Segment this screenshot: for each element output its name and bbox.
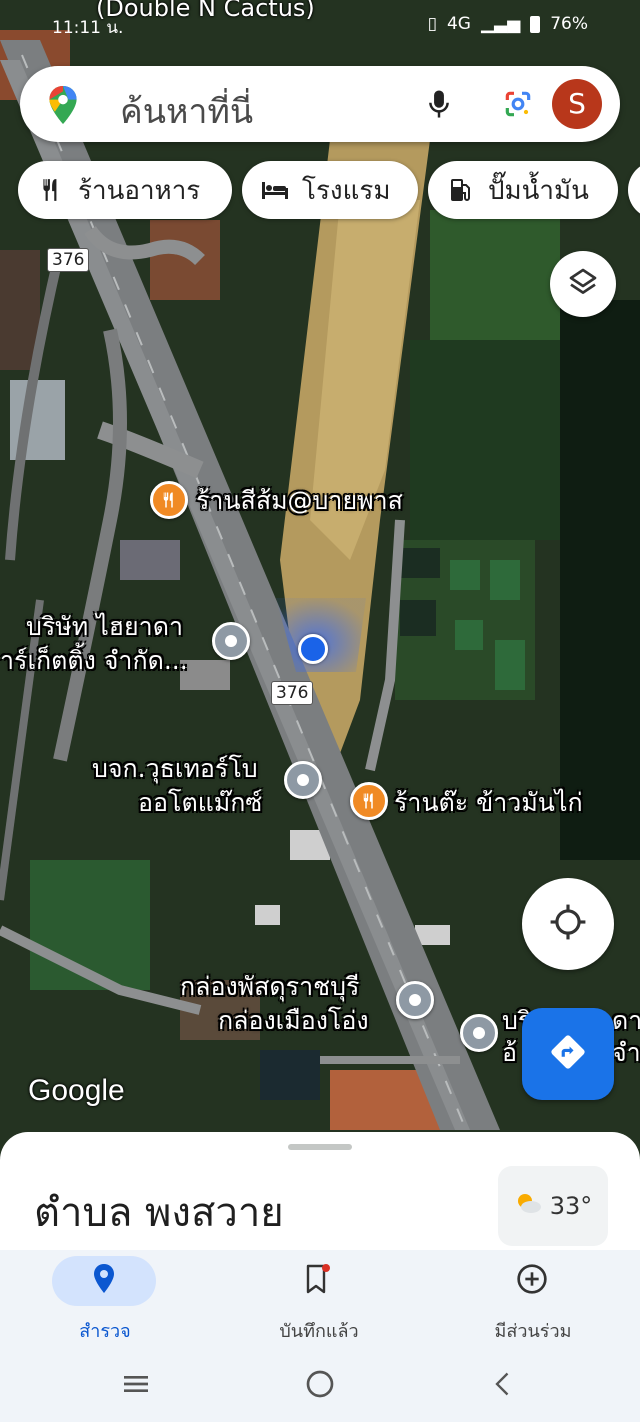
nav-saved[interactable]: บันทึกแล้ว [214,1250,414,1350]
back-icon[interactable] [490,1368,518,1404]
place-title: ตำบล พงสวาย [34,1190,284,1236]
directions-button[interactable] [522,1008,614,1100]
account-avatar[interactable]: S [552,79,602,129]
sheet-drag-handle[interactable] [288,1144,352,1150]
crosshair-icon [549,903,587,945]
chip-label: โรงแรม [302,175,391,206]
restaurant-icon [150,481,188,519]
place-marker-icon [212,622,250,660]
directions-icon [549,1033,587,1075]
location-pin-icon [92,1264,116,1298]
chip-restaurants[interactable]: ร้านอาหาร [18,161,232,219]
layers-icon [567,266,599,302]
nav-explore[interactable]: สำรวจ [0,1250,200,1350]
search-bar[interactable]: ค้นหาที่นี่ S [20,66,620,142]
home-icon[interactable] [304,1368,336,1404]
chip-label: ปั๊มน้ำมัน [488,175,589,206]
place-marker-icon [460,1014,498,1052]
status-icons: ▯ 4G ▁▃▅ 76% [428,14,588,34]
road-shield: 376 [47,248,90,272]
recents-icon[interactable] [120,1368,152,1404]
signal-icon: ▁▃▅ [480,14,521,34]
bottom-navigation: สำรวจ บันทึกแล้ว มีส่วนร่วม [0,1250,640,1350]
poi-label: บจก.วุธเทอร์โบ [92,754,258,783]
chip-gas-stations[interactable]: ปั๊มน้ำมัน [428,161,618,219]
nav-contribute[interactable]: มีส่วนร่วม [428,1250,628,1350]
network-type: 4G [446,14,471,34]
chip-more[interactable] [628,161,640,219]
nav-label: มีส่วนร่วม [494,1321,572,1342]
road-shield: 376 [271,681,314,705]
nav-label: สำรวจ [79,1321,131,1342]
battery-percent: 76% [550,14,588,34]
poi-label: กล่องเมืองโอ่ง [218,1006,369,1035]
satellite-map[interactable]: (Double N Cactus) 11:11 น. ▯ 4G ▁▃▅ 76% … [0,0,640,1160]
place-sheet[interactable]: ตำบล พงสวาย 33° [0,1132,640,1250]
my-location-dot [298,634,328,664]
fork-knife-icon [36,175,66,205]
status-bar: (Double N Cactus) 11:11 น. ▯ 4G ▁▃▅ 76% [0,0,640,56]
bed-icon [260,175,290,205]
poi-label: อ้ [502,1038,518,1067]
nav-active-indicator [52,1256,156,1306]
nav-icon-wrap [266,1256,370,1306]
battery-icon [530,15,541,33]
map-label-double-n-cactus: (Double N Cactus) [96,0,315,22]
microphone-icon[interactable] [424,88,454,124]
poi-label: ออโตแม๊กซ์ [138,788,263,817]
gas-pump-icon [446,175,476,205]
my-location-button[interactable] [522,878,614,970]
chip-label: ร้านอาหาร [78,175,201,206]
weather-chip[interactable]: 33° [498,1166,608,1246]
poi-label: ร้านต๊ะ ข้าวมันไก่ [394,788,583,817]
poi-label: จำ [612,1038,640,1067]
system-navigation-bar [0,1350,640,1422]
google-lens-icon[interactable] [502,88,534,124]
layers-button[interactable] [550,251,616,317]
poi-label: ดา [612,1006,640,1035]
poi-label: บริษัท ไฮยาดา [26,612,183,641]
bookmark-icon [304,1264,332,1298]
poi-label: กล่องพัสดุราชบุรี [180,972,360,1001]
restaurant-icon [350,782,388,820]
add-circle-icon [516,1263,548,1299]
vibrate-icon: ▯ [427,14,437,34]
partly-cloudy-icon [514,1191,542,1221]
poi-label: าร์เก็ตติ้ง จำกัด... [0,646,188,675]
weather-temp: 33° [549,1192,593,1220]
place-marker-icon [284,761,322,799]
nav-label: บันทึกแล้ว [279,1321,359,1342]
place-marker-icon [396,981,434,1019]
poi-label: ร้านสีส้ม@บายพาส [196,486,403,515]
google-maps-pin-icon [46,86,80,128]
chip-hotels[interactable]: โรงแรม [242,161,418,219]
google-attribution: Google [28,1074,125,1107]
search-input[interactable]: ค้นหาที่นี่ [120,84,253,138]
nav-icon-wrap [480,1256,584,1306]
category-chips: ร้านอาหาร โรงแรม ปั๊มน้ำมัน [18,161,640,221]
status-time: 11:11 น. [52,18,124,38]
